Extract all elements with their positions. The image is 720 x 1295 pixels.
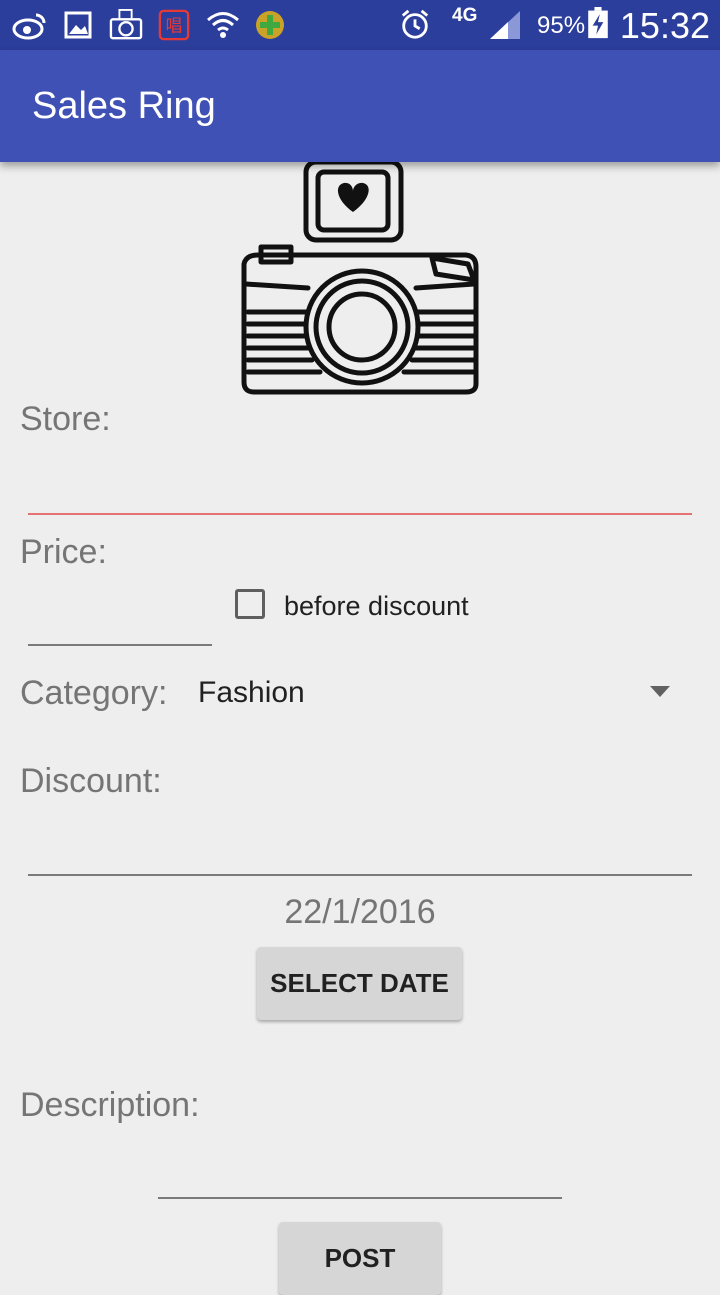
signal-icon bbox=[490, 11, 520, 39]
category-spinner-value: Fashion bbox=[198, 676, 305, 709]
alarm-icon bbox=[401, 9, 429, 39]
selected-date: 22/1/2016 bbox=[284, 893, 436, 931]
category-label: Category: bbox=[20, 674, 168, 712]
price-input-underline bbox=[28, 644, 212, 646]
discount-input-underline bbox=[28, 874, 692, 876]
gallery-icon bbox=[64, 11, 92, 39]
before-discount-checkbox[interactable] bbox=[235, 589, 265, 619]
discount-label: Discount: bbox=[20, 762, 162, 800]
description-input-underline bbox=[158, 1197, 562, 1199]
price-label: Price: bbox=[20, 533, 107, 571]
dropdown-arrow-icon bbox=[650, 686, 670, 697]
store-input-underline bbox=[28, 513, 692, 515]
before-discount-label[interactable]: before discount bbox=[284, 591, 469, 622]
battery-percent: 95% bbox=[537, 12, 586, 39]
post-button[interactable]: POST bbox=[279, 1222, 441, 1295]
battery-icon bbox=[588, 7, 608, 39]
price-input[interactable] bbox=[28, 590, 212, 644]
store-label: Store: bbox=[20, 400, 111, 438]
camera-image[interactable] bbox=[236, 152, 484, 397]
chat-app-icon: 唱 bbox=[158, 9, 190, 41]
select-date-button[interactable]: SELECT DATE bbox=[257, 947, 462, 1020]
wifi-icon bbox=[207, 12, 239, 38]
status-bar: 唱 4G 95% 15:32 bbox=[0, 0, 720, 50]
weibo-icon bbox=[12, 13, 46, 40]
plus-app-icon bbox=[256, 11, 284, 39]
camera-app-icon bbox=[109, 9, 143, 40]
app-title: Sales Ring bbox=[32, 85, 216, 127]
description-input[interactable] bbox=[158, 1143, 562, 1197]
discount-input[interactable] bbox=[28, 820, 692, 874]
store-input[interactable] bbox=[28, 460, 692, 514]
description-label: Description: bbox=[20, 1086, 200, 1124]
app-bar: Sales Ring bbox=[0, 50, 720, 162]
network-type: 4G bbox=[452, 5, 478, 26]
clock: 15:32 bbox=[619, 5, 710, 46]
svg-text:唱: 唱 bbox=[166, 16, 183, 36]
